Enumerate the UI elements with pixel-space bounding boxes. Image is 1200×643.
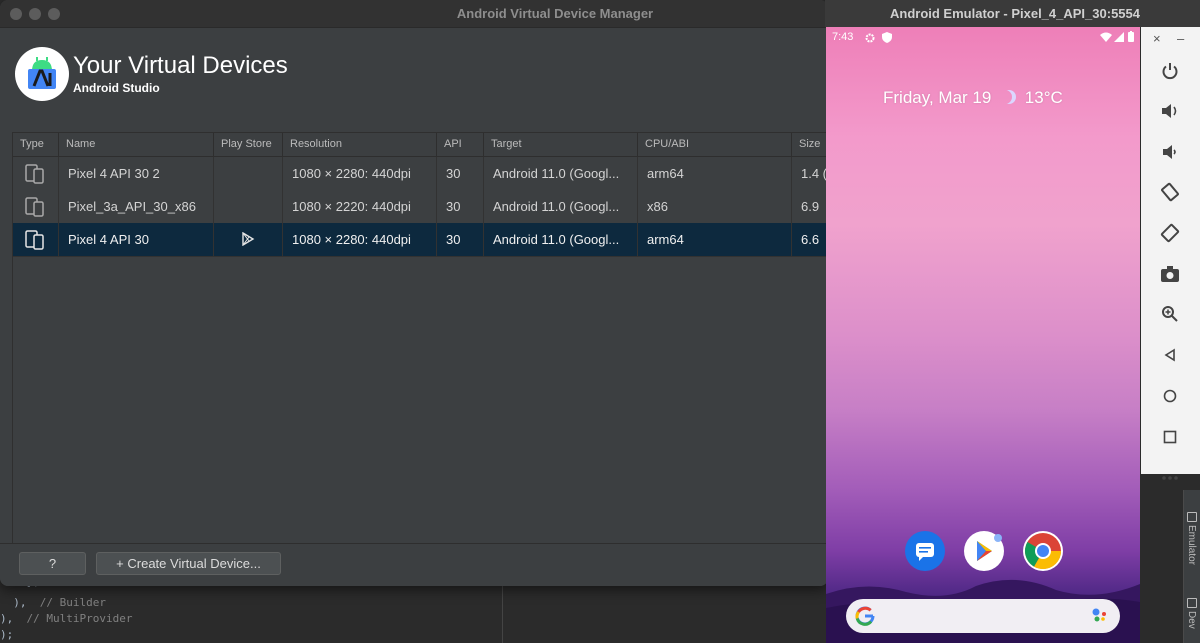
avd-header: Your Virtual Devices Android Studio: [0, 28, 828, 128]
column-header-cpu[interactable]: CPU/ABI: [638, 133, 792, 156]
target-cell: Android 11.0 (Googl...: [484, 223, 638, 256]
emulator-window: Android Emulator - Pixel_4_API_30:5554 7…: [825, 0, 1200, 643]
rotate-left-icon[interactable]: [1158, 180, 1182, 204]
shield-icon: [882, 32, 892, 43]
resolution-cell: 1080 × 2280: 440dpi: [283, 223, 437, 256]
messages-icon[interactable]: [905, 531, 945, 571]
type-cell: [13, 190, 59, 223]
editor-divider: [502, 585, 503, 643]
status-time: 7:43: [832, 31, 854, 43]
create-virtual-device-button[interactable]: + Create Virtual Device...: [96, 552, 281, 575]
resolution-cell: 1080 × 2220: 440dpi: [283, 190, 437, 223]
play-store-cell: [214, 190, 283, 223]
cpu-cell: arm64: [638, 223, 792, 256]
emulator-title: Android Emulator - Pixel_4_API_30:5554: [890, 6, 1140, 21]
overview-icon[interactable]: [1158, 425, 1182, 449]
emulator-titlebar: Android Emulator - Pixel_4_API_30:5554: [825, 0, 1200, 27]
column-header-play-store[interactable]: Play Store: [214, 133, 283, 156]
avd-titlebar: Android Virtual Device Manager: [0, 0, 828, 28]
settings-icon: [865, 33, 875, 43]
at-a-glance-widget[interactable]: Friday, Mar 19 13°C: [883, 88, 1063, 108]
target-cell: Android 11.0 (Googl...: [484, 190, 638, 223]
rotate-right-icon[interactable]: [1158, 221, 1182, 245]
chrome-icon[interactable]: [1023, 531, 1063, 571]
target-cell: Android 11.0 (Googl...: [484, 157, 638, 190]
table-row-selected[interactable]: Pixel 4 API 30 1080 × 2280: 440dpi 30 An…: [13, 223, 828, 257]
more-icon[interactable]: [1158, 466, 1182, 490]
glance-temp: 13°C: [1024, 88, 1063, 107]
device-table: Type Name Play Store Resolution API Targ…: [12, 132, 828, 544]
column-header-resolution[interactable]: Resolution: [283, 133, 437, 156]
zoom-icon[interactable]: [1158, 302, 1182, 326]
column-header-name[interactable]: Name: [59, 133, 214, 156]
size-cell: 6.9: [801, 199, 820, 214]
code-editor[interactable]: }, ), // Builder ), // MultiProvider );: [0, 575, 500, 643]
emulator-toolbar: × –: [1141, 27, 1200, 480]
code-line: ), // MultiProvider: [0, 612, 133, 625]
api-cell: 30: [437, 223, 484, 256]
table-row[interactable]: Pixel_3a_API_30_x86 1080 × 2220: 440dpi …: [13, 190, 828, 224]
size-cell: 6.6: [801, 232, 820, 247]
size-cell: 1.4 (: [801, 166, 828, 181]
assistant-icon[interactable]: [1090, 606, 1110, 626]
api-cell: 30: [437, 157, 484, 190]
home-icon[interactable]: [1158, 384, 1182, 408]
google-g-icon: [855, 606, 875, 626]
column-header-type[interactable]: Type: [13, 133, 59, 156]
code-line: ), // Builder: [0, 596, 106, 609]
device-name: Pixel_3a_API_30_x86: [59, 190, 214, 223]
screenshot-icon[interactable]: [1158, 262, 1182, 286]
play-store-icon[interactable]: [964, 531, 1004, 571]
resolution-cell: 1080 × 2280: 440dpi: [283, 157, 437, 190]
page-title: Your Virtual Devices: [73, 52, 288, 79]
avd-manager-window: Android Virtual Device Manager Your Virt…: [0, 0, 828, 586]
cpu-cell: x86: [638, 190, 792, 223]
device-screen[interactable]: 7:43 Friday, Mar 19 13°C: [826, 27, 1140, 643]
power-icon[interactable]: [1158, 59, 1182, 83]
moon-icon: [1002, 90, 1016, 104]
device-name: Pixel 4 API 30: [59, 223, 214, 256]
column-header-size[interactable]: Size: [792, 133, 828, 156]
google-search-bar[interactable]: [846, 599, 1120, 633]
status-bar: 7:43: [832, 30, 1134, 46]
play-store-cell: [214, 223, 283, 256]
volume-up-icon[interactable]: [1158, 99, 1182, 123]
table-row[interactable]: Pixel 4 API 30 2 1080 × 2280: 440dpi 30 …: [13, 157, 828, 191]
battery-icon: [1128, 31, 1134, 42]
type-cell: [13, 223, 59, 256]
close-emulator-button[interactable]: ×: [1153, 31, 1161, 46]
wifi-icon: [1100, 32, 1112, 42]
code-line: );: [0, 628, 14, 641]
page-subtitle: Android Studio: [73, 81, 160, 95]
minimize-emulator-button[interactable]: –: [1177, 31, 1184, 46]
signal-icon: [1114, 32, 1124, 42]
volume-down-icon[interactable]: [1158, 140, 1182, 164]
table-header: Type Name Play Store Resolution API Targ…: [13, 133, 828, 157]
column-header-api[interactable]: API: [437, 133, 484, 156]
cpu-cell: arm64: [638, 157, 792, 190]
android-studio-logo-icon: [15, 47, 69, 101]
phone-tablet-icon: [25, 164, 44, 184]
glance-date: Friday, Mar 19: [883, 88, 992, 107]
back-icon[interactable]: [1158, 343, 1182, 367]
play-store-icon: [242, 232, 255, 246]
help-button[interactable]: ?: [19, 552, 86, 575]
window-title: Android Virtual Device Manager: [456, 6, 654, 21]
type-cell: [13, 157, 59, 190]
play-store-cell: [214, 157, 283, 190]
phone-tablet-icon: [25, 197, 44, 217]
device-name: Pixel 4 API 30 2: [59, 157, 214, 190]
phone-tablet-icon: [25, 230, 44, 250]
api-cell: 30: [437, 190, 484, 223]
button-bar: ? + Create Virtual Device...: [0, 543, 828, 586]
column-header-target[interactable]: Target: [484, 133, 638, 156]
